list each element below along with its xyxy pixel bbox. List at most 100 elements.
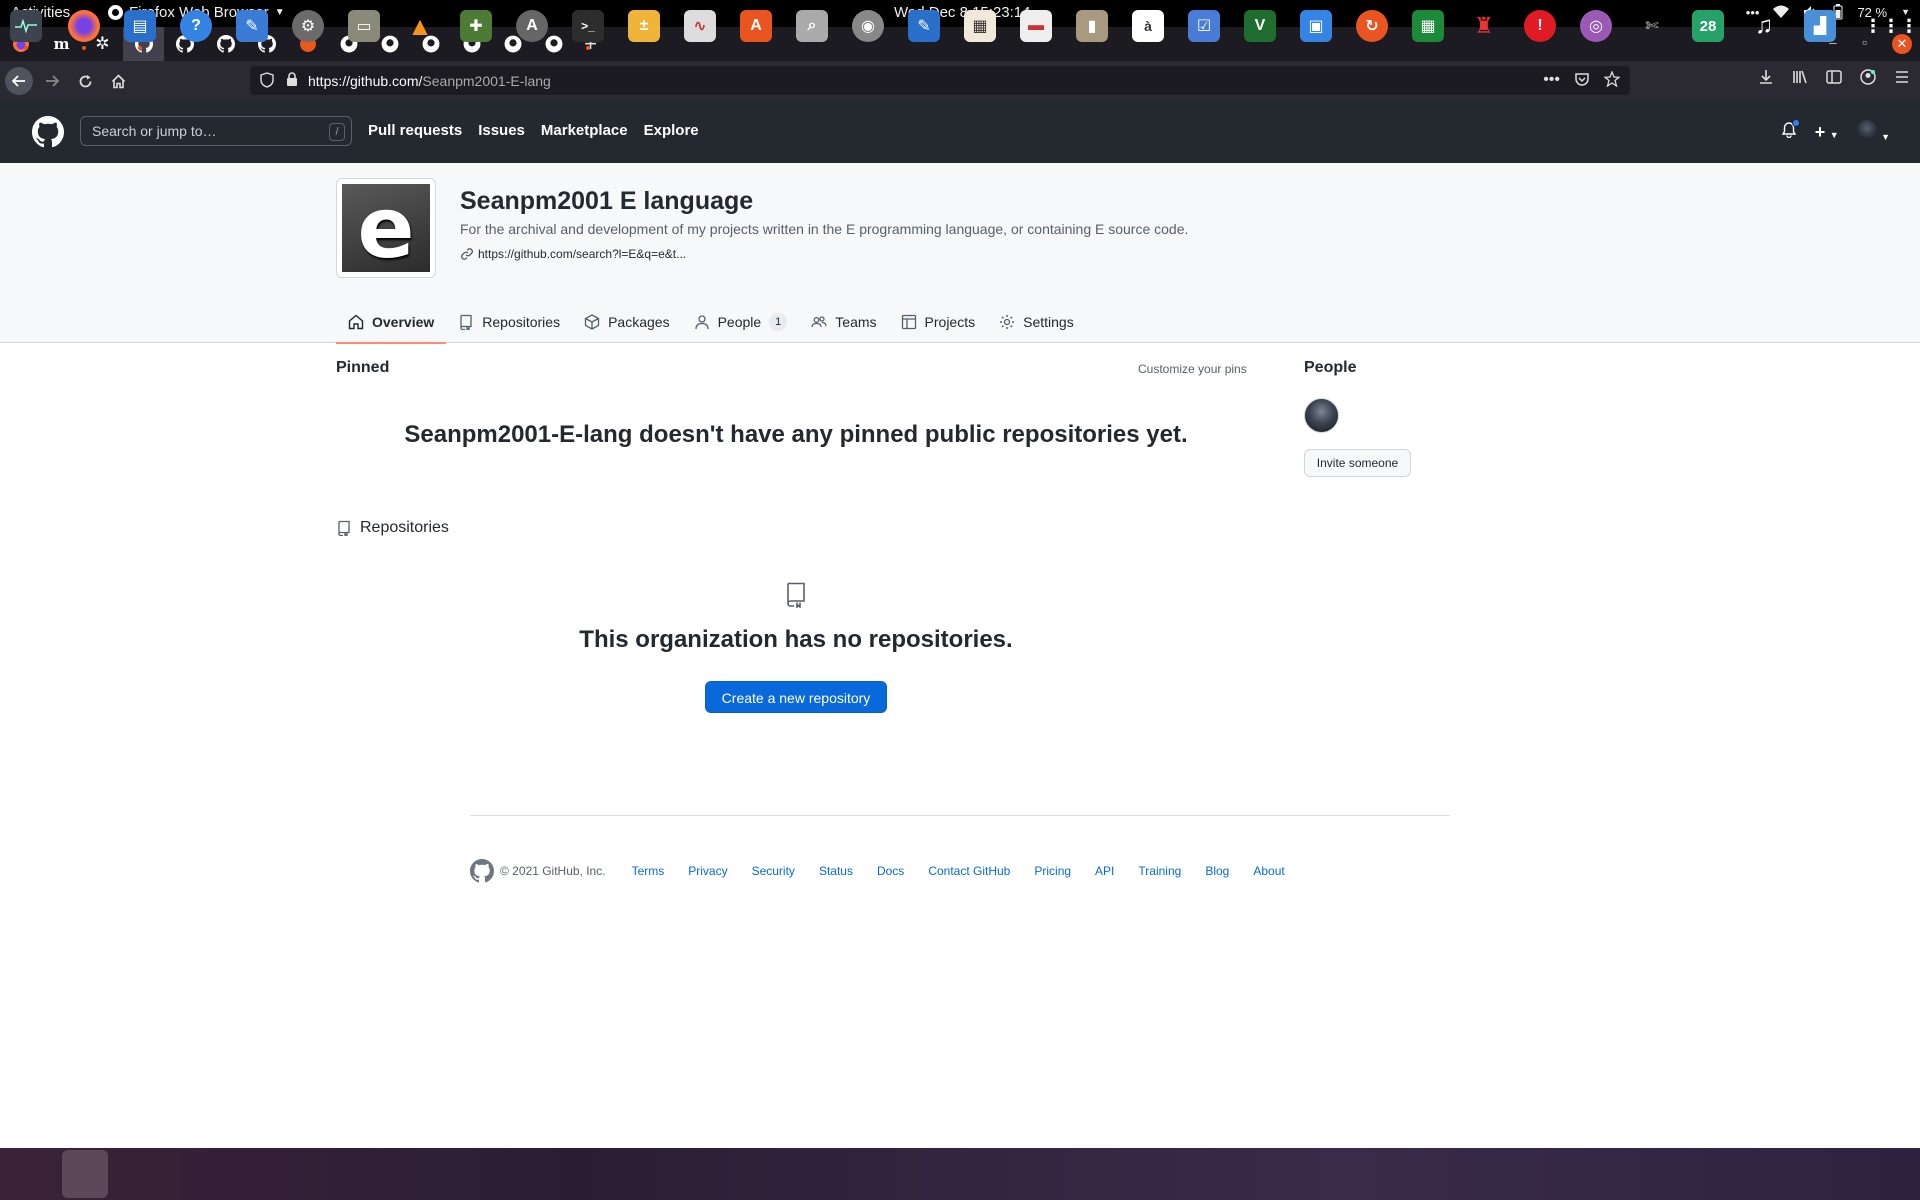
- tasks-icon[interactable]: ☑: [1188, 10, 1220, 42]
- music-icon[interactable]: ♫: [1748, 10, 1780, 42]
- graph-icon[interactable]: ∿: [684, 10, 716, 42]
- footer-link-contact[interactable]: Contact GitHub: [928, 864, 1010, 878]
- document-viewer-icon[interactable]: ▦: [964, 10, 996, 42]
- footer-link-security[interactable]: Security: [752, 864, 795, 878]
- tab-packages[interactable]: Packages: [572, 300, 681, 343]
- avatar[interactable]: [1304, 398, 1339, 433]
- page-actions-icon[interactable]: •••: [1543, 71, 1560, 89]
- github-search-input[interactable]: Search or jump to… /: [80, 116, 352, 146]
- github-icon: [381, 35, 398, 53]
- show-apps-icon[interactable]: ⋮⋮⋮: [1864, 10, 1918, 42]
- lock-icon[interactable]: [286, 72, 298, 87]
- tab-repositories[interactable]: Repositories: [446, 300, 572, 343]
- footer-link-pricing[interactable]: Pricing: [1034, 864, 1071, 878]
- github-header: Search or jump to… / Pull requests Issue…: [0, 100, 1920, 163]
- url-text[interactable]: https://github.com/Seanpm2001-E-lang: [308, 73, 551, 89]
- forward-button[interactable]: [38, 67, 66, 95]
- hamburger-menu-icon[interactable]: [1894, 69, 1910, 85]
- footer: © 2021 GitHub, Inc. Terms Privacy Securi…: [470, 859, 1309, 883]
- wrench-icon[interactable]: ✄: [1636, 10, 1668, 42]
- tab-people[interactable]: People 1: [682, 300, 800, 343]
- shield-icon[interactable]: [260, 72, 274, 88]
- alert-icon[interactable]: !: [1524, 10, 1556, 42]
- sidebar-icon[interactable]: [1826, 69, 1842, 85]
- org-website-link[interactable]: https://github.com/search?l=E&q=e&t...: [460, 247, 686, 261]
- github-logo-icon[interactable]: [470, 859, 494, 883]
- puzzle-icon[interactable]: ✚: [460, 10, 492, 42]
- footer-link-privacy[interactable]: Privacy: [688, 864, 727, 878]
- avatar: [1856, 120, 1877, 140]
- footer-link-docs[interactable]: Docs: [877, 864, 904, 878]
- firefox-icon: [108, 5, 123, 20]
- remote-desktop-icon[interactable]: ▣: [1300, 10, 1332, 42]
- archive-icon[interactable]: ▮: [1076, 10, 1108, 42]
- org-name: Seanpm2001 E language: [460, 187, 754, 215]
- tab-strip: m ✲ +: [0, 27, 1920, 61]
- tab-overview[interactable]: Overview: [336, 300, 447, 344]
- vim-icon[interactable]: V: [1244, 10, 1276, 42]
- text-editor-icon[interactable]: ✎: [236, 10, 268, 42]
- calendar-icon[interactable]: 28: [1692, 10, 1724, 42]
- terminal-icon[interactable]: >_: [572, 10, 604, 50]
- settings-icon[interactable]: ⚙: [292, 10, 324, 42]
- back-button[interactable]: [5, 67, 33, 95]
- nav-explore[interactable]: Explore: [644, 122, 699, 139]
- notifications-button[interactable]: [1781, 119, 1800, 143]
- files-icon[interactable]: ▭: [348, 10, 380, 42]
- image-viewer-icon[interactable]: ⌕: [796, 10, 828, 42]
- tab-teams[interactable]: Teams: [799, 300, 888, 343]
- pdf-icon[interactable]: ▬: [1020, 10, 1052, 42]
- calculator-icon[interactable]: ±: [628, 10, 660, 42]
- footer-link-about[interactable]: About: [1253, 864, 1284, 878]
- reload-button[interactable]: [71, 67, 99, 95]
- invite-someone-button[interactable]: Invite someone: [1304, 449, 1411, 477]
- create-new-button[interactable]: + ▼: [1815, 122, 1839, 143]
- tab-settings[interactable]: Settings: [987, 300, 1086, 343]
- refresh-icon[interactable]: ↻: [1356, 10, 1388, 42]
- nav-pull-requests[interactable]: Pull requests: [368, 122, 462, 139]
- gear-icon: ✲: [95, 34, 110, 53]
- account-icon[interactable]: [1860, 69, 1876, 85]
- download-icon[interactable]: [1758, 69, 1774, 85]
- nav-toolbar: https://github.com/Seanpm2001-E-lang •••: [0, 61, 1920, 100]
- screenshot-icon[interactable]: ▟: [1804, 10, 1836, 42]
- firefox-icon[interactable]: [68, 10, 100, 50]
- url-bar[interactable]: https://github.com/Seanpm2001-E-lang •••: [250, 66, 1630, 95]
- nav-issues[interactable]: Issues: [478, 122, 525, 139]
- system-monitor-icon[interactable]: [10, 10, 42, 50]
- tab-projects-label: Projects: [924, 313, 976, 330]
- create-repository-button[interactable]: Create a new repository: [705, 681, 887, 713]
- footer-link-training[interactable]: Training: [1138, 864, 1181, 878]
- game-character-icon[interactable]: ♜: [1468, 10, 1500, 42]
- tab-projects[interactable]: Projects: [889, 300, 988, 343]
- footer-link-terms[interactable]: Terms: [632, 864, 665, 878]
- home-button[interactable]: [104, 67, 132, 95]
- libreoffice-icon[interactable]: ✎: [908, 10, 940, 42]
- github-logo-icon[interactable]: [32, 116, 64, 148]
- nav-marketplace[interactable]: Marketplace: [541, 122, 628, 139]
- vlc-icon[interactable]: ▲: [404, 10, 436, 42]
- chevron-down-icon: ▼: [274, 7, 285, 18]
- footer-link-api[interactable]: API: [1095, 864, 1114, 878]
- camera-icon[interactable]: ◎: [1580, 10, 1612, 42]
- disk-icon[interactable]: ◉: [852, 10, 884, 42]
- bookmark-star-icon[interactable]: [1604, 71, 1620, 87]
- customize-pins-link[interactable]: Customize your pins: [1138, 362, 1247, 376]
- character-map-icon[interactable]: à: [1132, 10, 1164, 42]
- org-avatar[interactable]: e: [336, 178, 436, 278]
- pinned-heading: Pinned: [336, 359, 390, 376]
- calendar-day: 28: [1699, 17, 1717, 35]
- app-center-icon[interactable]: A: [740, 10, 772, 42]
- footer-link-status[interactable]: Status: [819, 864, 853, 878]
- pocket-icon[interactable]: [1574, 71, 1590, 87]
- help-icon[interactable]: ?: [180, 10, 212, 42]
- library-icon[interactable]: [1792, 69, 1808, 85]
- footer-link-blog[interactable]: Blog: [1205, 864, 1229, 878]
- user-menu-button[interactable]: ▼: [1856, 120, 1890, 145]
- tab-packages-label: Packages: [608, 313, 670, 330]
- org-link-text: https://github.com/search?l=E&q=e&t...: [478, 247, 687, 261]
- software-updater-icon[interactable]: A: [516, 10, 548, 42]
- writer-icon[interactable]: ▤: [124, 10, 156, 50]
- spreadsheet-icon[interactable]: ▦: [1412, 10, 1444, 42]
- org-avatar-letter: e: [342, 184, 430, 272]
